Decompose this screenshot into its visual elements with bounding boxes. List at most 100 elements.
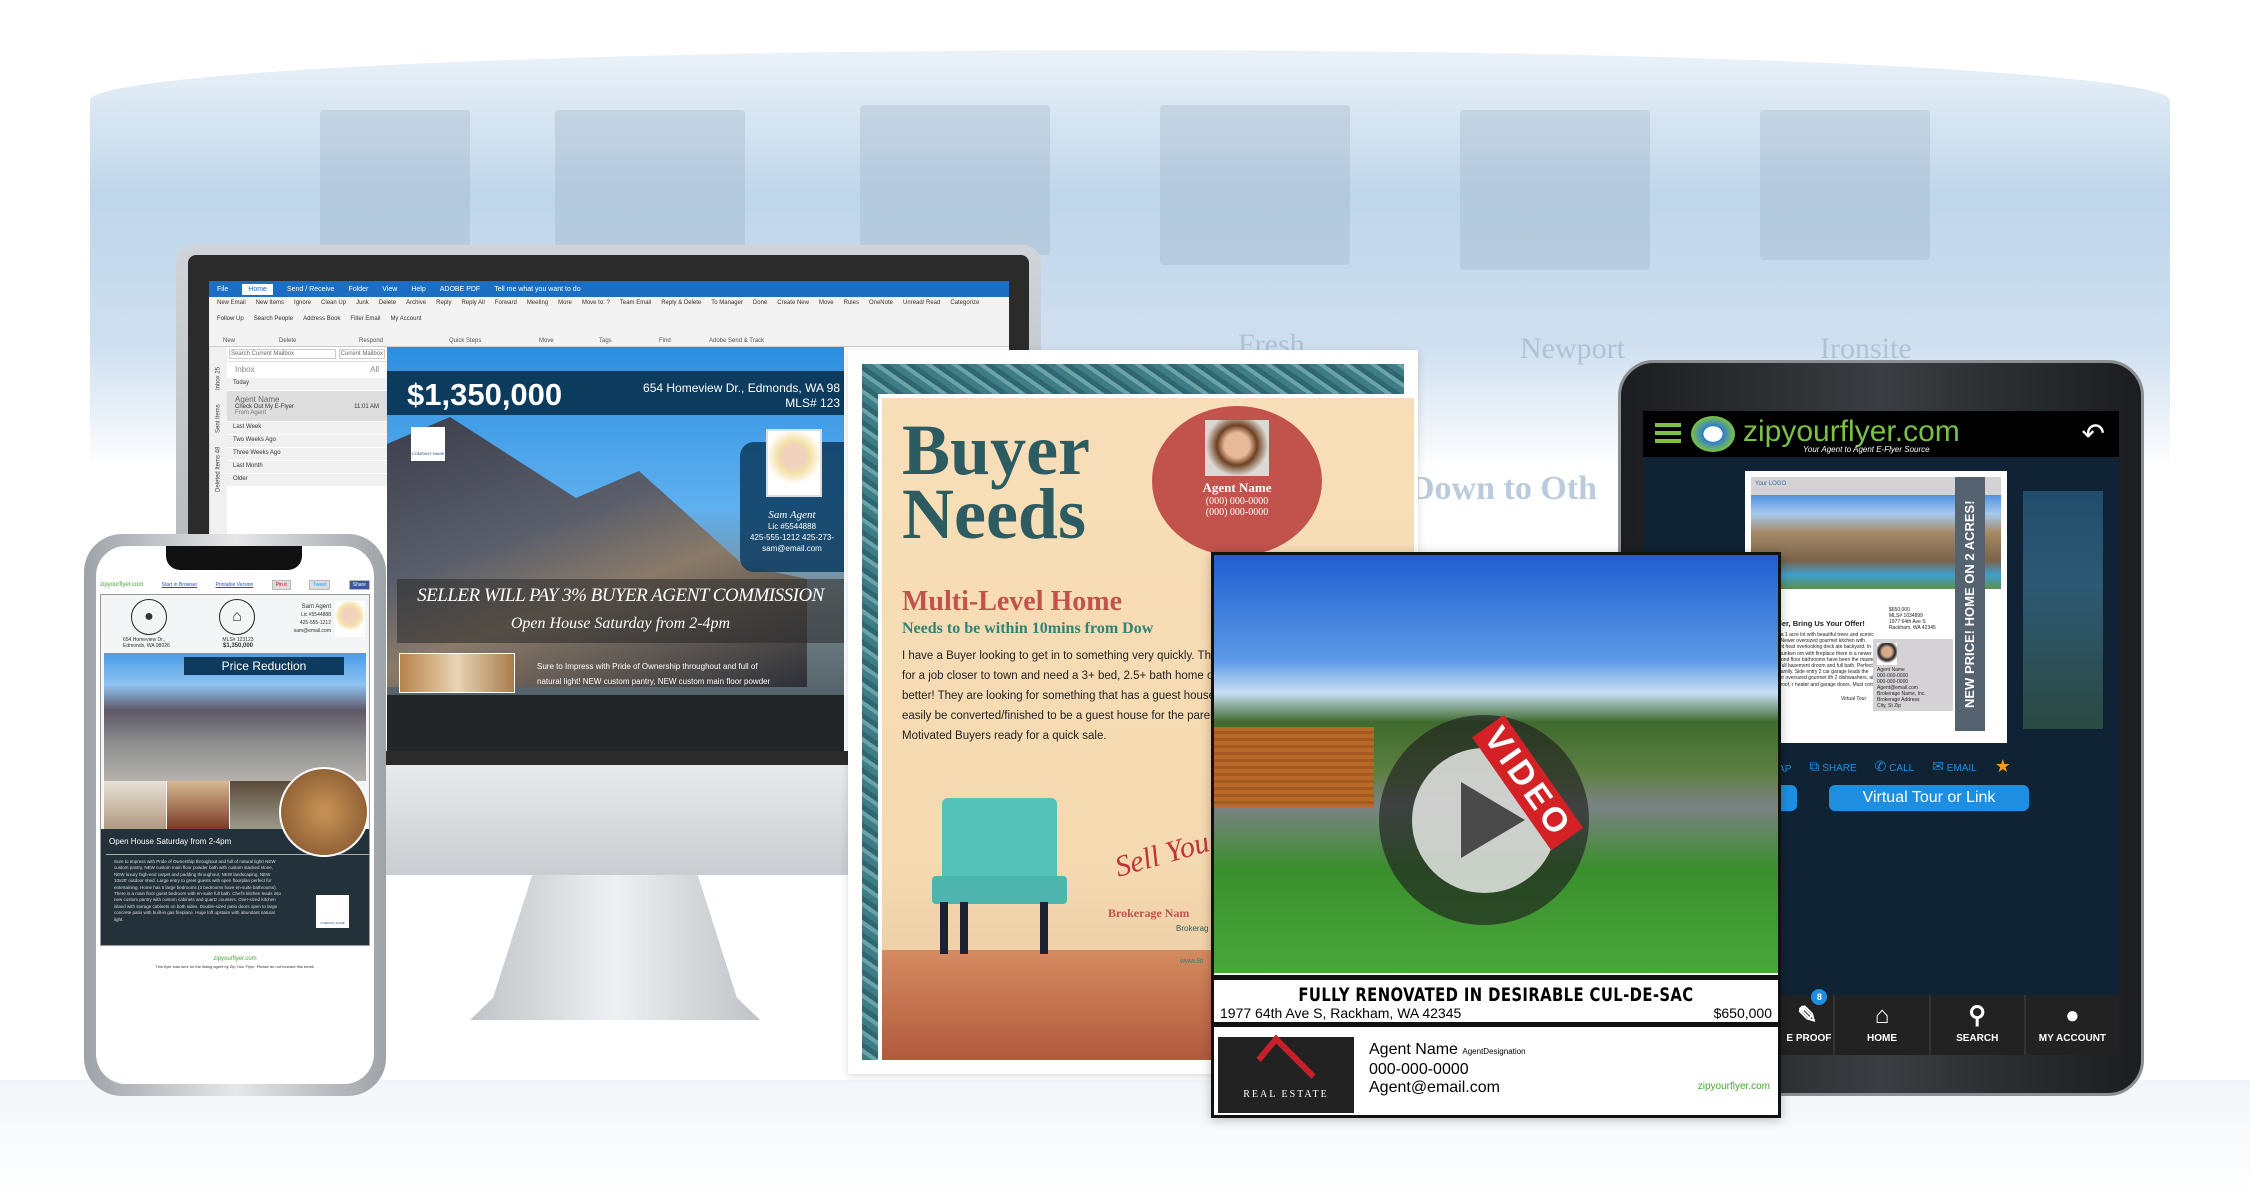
ribbon-button[interactable]: Done <box>753 300 767 306</box>
nav-my-account[interactable]: ● MY ACCOUNT <box>2023 995 2119 1055</box>
ribbon-button[interactable]: Filter Email <box>350 316 380 322</box>
group-last-month[interactable]: Last Month <box>227 461 387 473</box>
ribbon-button[interactable]: Create New <box>777 300 809 306</box>
house-photo: Price Reduction <box>104 653 366 781</box>
map-pin-icon: ● <box>131 599 167 635</box>
ribbon-button[interactable]: Delete <box>379 300 396 306</box>
message-preview: From Agent <box>235 410 267 416</box>
ribbon-button[interactable]: Reply All <box>461 300 484 306</box>
flyer-subtitle-2: Needs to be within 10mins from Dow <box>902 620 1154 637</box>
ribbon-button[interactable]: Junk <box>356 300 369 306</box>
ribbon-button[interactable]: Archive <box>406 300 426 306</box>
ribbon-button[interactable]: Follow Up <box>217 316 244 322</box>
ribbon-button[interactable]: Clean Up <box>321 300 346 306</box>
nav-home[interactable]: ⌂ HOME <box>1833 995 1928 1055</box>
ribbon: New Email New Items Ignore Clean Up Junk Dele… <box>209 297 1009 337</box>
group-three-weeks[interactable]: Three Weeks Ago <box>227 448 387 460</box>
nav-search[interactable]: ⚲ SEARCH <box>1928 995 2024 1055</box>
ribbon-button[interactable]: OneNote <box>869 300 893 306</box>
group-today[interactable]: Today <box>227 378 387 390</box>
agent-phones: 425-555-1212 425-273- <box>749 533 835 542</box>
phone-flyer: ● 654 Homeview Dr., Edmonds, WA 98026 ⌂ … <box>100 594 370 946</box>
ribbon-button[interactable]: My Account <box>390 316 421 322</box>
flyer-body: I have a Buyer looking to get in to some… <box>902 650 1226 742</box>
search-input[interactable]: Search Current Mailbox <box>229 349 336 359</box>
ribbon-button[interactable]: More <box>558 300 572 306</box>
search-icon: ⚲ <box>1968 1002 1986 1029</box>
email-flyer-preview: $1,350,000 654 Homeview Dr., Edmonds, WA… <box>387 347 844 751</box>
agent-phone: 000-000-0000 <box>1369 1061 1469 1078</box>
ribbon-button[interactable]: Address Book <box>303 316 340 322</box>
start-in-browser-link[interactable]: Start in Browser <box>162 582 198 588</box>
ribbon-button[interactable]: Rules <box>844 300 859 306</box>
hamburger-menu-icon[interactable] <box>1655 423 1681 443</box>
message-item[interactable]: Agent Name Check Out My E-Flyer 11:01 AM … <box>227 391 387 421</box>
tab-send-receive[interactable]: Send / Receive <box>287 286 334 293</box>
scope-dropdown[interactable]: Current Mailbox <box>338 349 385 359</box>
tab-adobe-pdf[interactable]: ADOBE PDF <box>440 286 480 293</box>
agent-footer: REAL ESTATE Agent Name AgentDesignation … <box>1214 1033 1778 1115</box>
nav-deleted[interactable]: Deleted Items 48 <box>216 447 222 492</box>
ribbon-button[interactable]: New Items <box>256 300 284 306</box>
video-flyer: VIDEO FULLY RENOVATED IN DESIRABLE CUL-D… <box>1211 552 1781 1118</box>
listing-price: $650,000 <box>1713 1005 1772 1021</box>
script-text: Sell You <box>1111 825 1213 884</box>
ribbon-button[interactable]: To Manager <box>711 300 743 306</box>
nav-sent[interactable]: Sent Items <box>216 404 222 433</box>
agent-license: Lic #5544888 <box>767 522 817 531</box>
ribbon-button[interactable]: Team Email <box>620 300 651 306</box>
flyer-address: 654 Homeview Dr., Edmonds, WA 98026 <box>123 637 170 649</box>
pinterest-button[interactable]: Pin it <box>271 580 291 590</box>
group-delete: Delete <box>279 338 297 344</box>
virtual-tour-button[interactable]: Virtual Tour or Link <box>1829 785 2029 811</box>
ribbon-button[interactable]: Forward <box>495 300 517 306</box>
group-last-week[interactable]: Last Week <box>227 422 387 434</box>
brand-logo: zipyourflyer.com <box>100 582 144 588</box>
printable-version-link[interactable]: Printable Version <box>216 582 254 588</box>
tab-home[interactable]: Home <box>242 283 273 295</box>
group-older[interactable]: Older <box>227 474 387 486</box>
company-logo: COMPANY NAME <box>411 427 445 461</box>
flyer-preview[interactable]: Your LOGO ated Seller, Bring Us Your Off… <box>1745 471 2007 743</box>
ribbon-button[interactable]: Reply & Delete <box>661 300 701 306</box>
ribbon-button[interactable]: Categorize <box>950 300 979 306</box>
tab-help[interactable]: Help <box>411 286 425 293</box>
back-arrow-icon[interactable]: ↶ <box>2082 417 2105 450</box>
nav-inbox[interactable]: Inbox 25 <box>216 367 222 390</box>
ribbon-button[interactable]: Move <box>819 300 834 306</box>
filter-dropdown[interactable]: All <box>370 365 379 374</box>
group-quick-steps: Quick Steps <box>449 338 482 344</box>
email-footer: zipyourflyer.com This flyer was sent for… <box>155 956 315 969</box>
facebook-share-button[interactable]: Share <box>348 580 370 590</box>
email-header: zipyourflyer.com Start in Browser Printa… <box>100 580 370 590</box>
real-estate-logo: REAL ESTATE <box>1218 1034 1354 1113</box>
ribbon-tabs: File Home Send / Receive Folder View Hel… <box>209 281 1009 297</box>
ribbon-button[interactable]: Search People <box>254 316 293 322</box>
call-button[interactable]: ✆ CALL <box>1875 758 1915 775</box>
ribbon-button[interactable]: Unread/ Read <box>903 300 940 306</box>
listing-price: $1,350,000 <box>407 377 563 412</box>
flyer-subtitle: Multi-Level Home <box>902 586 1123 617</box>
tab-file[interactable]: File <box>217 286 228 293</box>
ribbon-button[interactable]: Meeting <box>527 300 548 306</box>
group-two-weeks[interactable]: Two Weeks Ago <box>227 435 387 447</box>
tell-me-search[interactable]: Tell me what you want to do <box>494 286 580 293</box>
ribbon-button[interactable]: Move to: ? <box>582 300 610 306</box>
ribbon-button[interactable]: Ignore <box>294 300 311 306</box>
tab-folder[interactable]: Folder <box>348 286 368 293</box>
headline-banner: SELLER WILL PAY 3% BUYER AGENT COMMISSIO… <box>397 579 844 643</box>
brand-logo: zipyourflyer.com <box>1697 1081 1770 1092</box>
ribbon-button[interactable]: New Email <box>217 300 246 306</box>
favorite-star-icon[interactable]: ★ <box>1995 756 2011 777</box>
agent-photo <box>335 601 365 637</box>
share-button[interactable]: ⧉ SHARE <box>1809 758 1856 775</box>
brokerage-name: Brokerage Nam <box>1108 906 1190 920</box>
envelope-icon: ✉ <box>1932 758 1944 774</box>
tweet-button[interactable]: Tweet <box>309 580 331 590</box>
next-flyer[interactable] <box>2023 491 2103 729</box>
ribbon-button[interactable]: Reply <box>436 300 451 306</box>
brokerage-line: Brokerag <box>1176 924 1209 933</box>
brand-logo-icon <box>1691 416 1735 452</box>
tab-view[interactable]: View <box>382 286 397 293</box>
email-button[interactable]: ✉ EMAIL <box>1932 758 1977 775</box>
